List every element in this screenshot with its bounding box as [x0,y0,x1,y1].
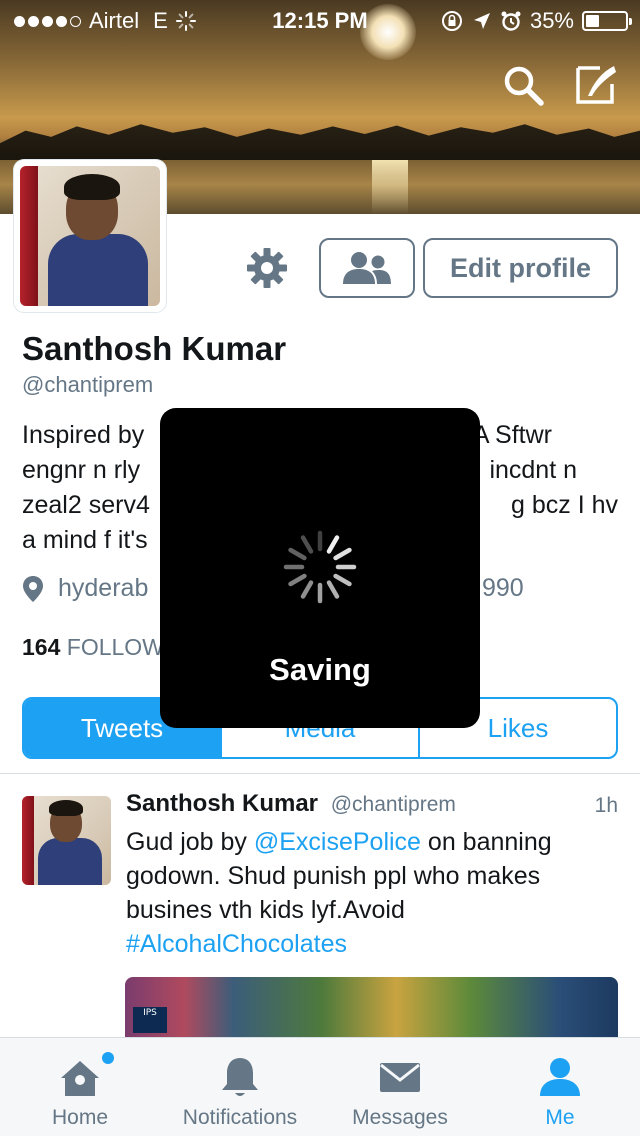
location-text: hyderab [58,574,149,602]
bio-line: g bcz I hv [511,491,618,519]
tab-bar-label: Notifications [182,1106,298,1129]
edit-profile-button[interactable]: Edit profile [423,238,618,298]
tab-bar-messages[interactable]: Messages [340,1038,460,1136]
profile-name: Santhosh Kumar [22,330,287,367]
banner-treeline [0,124,640,160]
tab-bar-label: Messages [352,1106,448,1129]
profile-avatar[interactable] [14,160,166,312]
birth-date-fragment: 990 [482,574,524,602]
home-notification-dot [102,1052,114,1064]
lists-people-button[interactable] [319,238,415,298]
tweet-author[interactable]: Santhosh Kumar [126,790,318,817]
tweet-mention-link[interactable]: @ExcisePolice [254,828,421,856]
alarm-icon [501,11,521,31]
location-pin-icon [23,575,43,602]
compose-icon[interactable] [574,62,620,108]
spinner-spoke [326,580,340,599]
tweet-hashtag-link[interactable]: #AlcohalChocolates [126,930,347,958]
tweet-avatar[interactable] [22,796,111,885]
following-number: 164 [22,634,61,660]
envelope-icon [380,1063,420,1092]
spinner-spoke [288,573,307,587]
spinner-icon [283,530,357,604]
tweet-header: Santhosh Kumar @chantiprem 1h [126,790,618,818]
person-icon [540,1058,580,1096]
avatar-photo [20,166,160,306]
banner-glare [372,160,408,214]
tab-bar-label: Home [51,1106,109,1129]
settings-gear-icon[interactable] [244,245,290,291]
spinner-spoke [326,535,340,554]
tweet-text-part: Gud job by [126,828,254,856]
tweet-text[interactable]: Gud job by @ExcisePolice on banning godo… [126,825,606,961]
spinner-spoke [333,573,352,587]
rotation-lock-icon [441,11,462,31]
bio-line: A Sftwr [472,421,552,449]
bio-line: Inspired by [22,421,145,449]
search-icon[interactable] [500,62,546,108]
following-count[interactable]: 164 FOLLOW [22,634,164,661]
profile-location: hyderab [22,574,148,603]
tab-bar-label: Me [545,1106,575,1129]
tab-bar-me[interactable]: Me [520,1038,600,1136]
battery-icon [582,11,632,31]
profile-handle: @chantiprem [22,372,154,397]
bio-line: a mind f it's [22,526,148,554]
people-icon [343,252,391,284]
media-tag: IPS [133,1007,167,1033]
tweet-time: 1h [594,794,618,817]
spinner-spoke [333,547,352,561]
following-label: FOLLOW [66,634,164,660]
home-icon [61,1061,99,1096]
bio-line: incdnt n [489,456,577,484]
tab-bar-notifications[interactable]: Notifications [168,1038,312,1136]
bio-line: zeal2 serv4 [22,491,150,519]
spinner-spoke [300,535,314,554]
saving-message: Saving [269,652,371,687]
bell-icon [222,1058,258,1096]
status-right: 35% [440,8,632,34]
tweet-handle[interactable]: @chantiprem [331,793,456,816]
tab-bar-home[interactable]: Home [38,1038,122,1136]
divider [0,773,640,774]
location-arrow-icon [473,13,490,29]
battery-percent: 35% [529,8,574,33]
bottom-tab-bar: Home Notifications Messages Me [0,1037,640,1136]
saving-overlay: Saving [160,408,480,728]
spinner-spoke [300,580,314,599]
bio-line: engnr n rly [22,456,141,484]
spinner-spoke [288,547,307,561]
status-bar: Airtel E 12:15 PM 35% [0,0,640,40]
